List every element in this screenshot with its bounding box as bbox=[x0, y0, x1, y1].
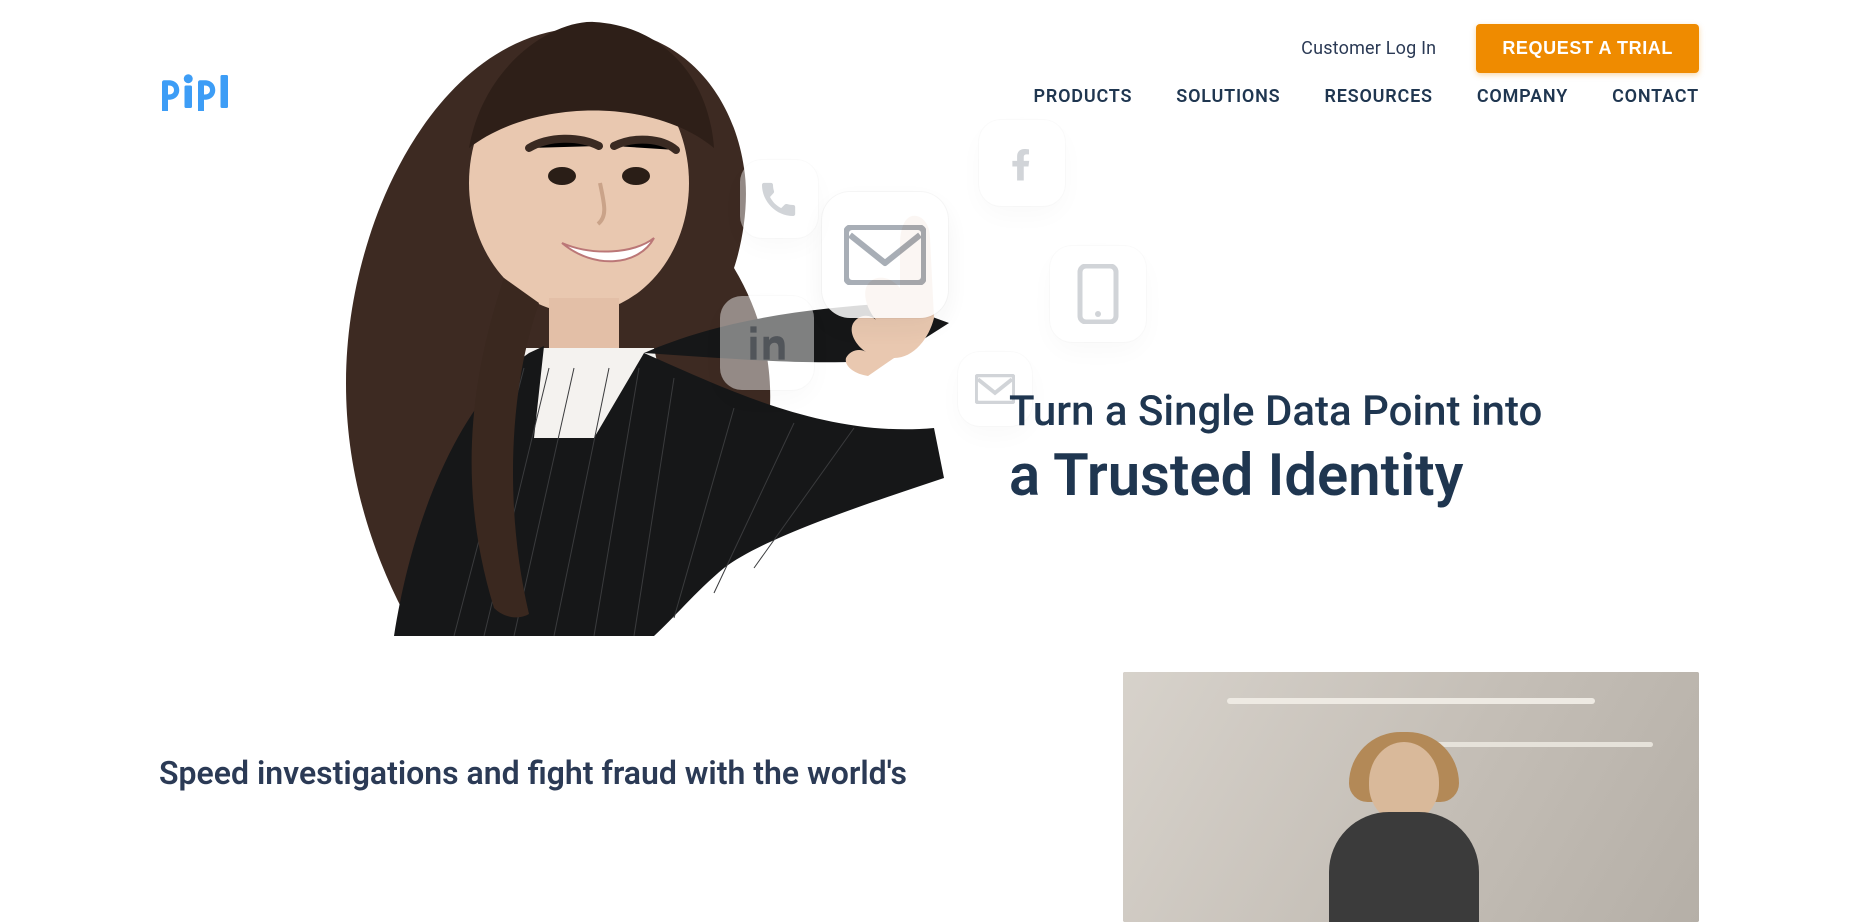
phone-icon bbox=[740, 160, 818, 238]
facebook-icon bbox=[979, 120, 1065, 206]
hero-section: Turn a Single Data Point into a Trusted … bbox=[159, 0, 1699, 636]
promo-video-thumbnail[interactable] bbox=[1123, 672, 1699, 922]
hero-headline-line2: a Trusted Identity bbox=[1009, 443, 1709, 510]
hero-headline-line1: Turn a Single Data Point into bbox=[1009, 386, 1709, 439]
video-person-avatar bbox=[1319, 732, 1489, 922]
hero-person-illustration bbox=[294, 8, 1054, 636]
mobile-icon bbox=[1050, 246, 1146, 342]
email-icon bbox=[822, 192, 948, 318]
page-header-area: Customer Log In REQUEST A TRIAL PRODUCTS… bbox=[159, 0, 1699, 636]
hero-headline: Turn a Single Data Point into a Trusted … bbox=[1009, 386, 1709, 509]
section-two-copy: Speed investigations and fight fraud wit… bbox=[159, 672, 1075, 922]
section-two-paragraph: Speed investigations and fight fraud wit… bbox=[159, 752, 1075, 795]
section-two: Speed investigations and fight fraud wit… bbox=[0, 672, 1858, 922]
linkedin-icon bbox=[720, 296, 814, 390]
